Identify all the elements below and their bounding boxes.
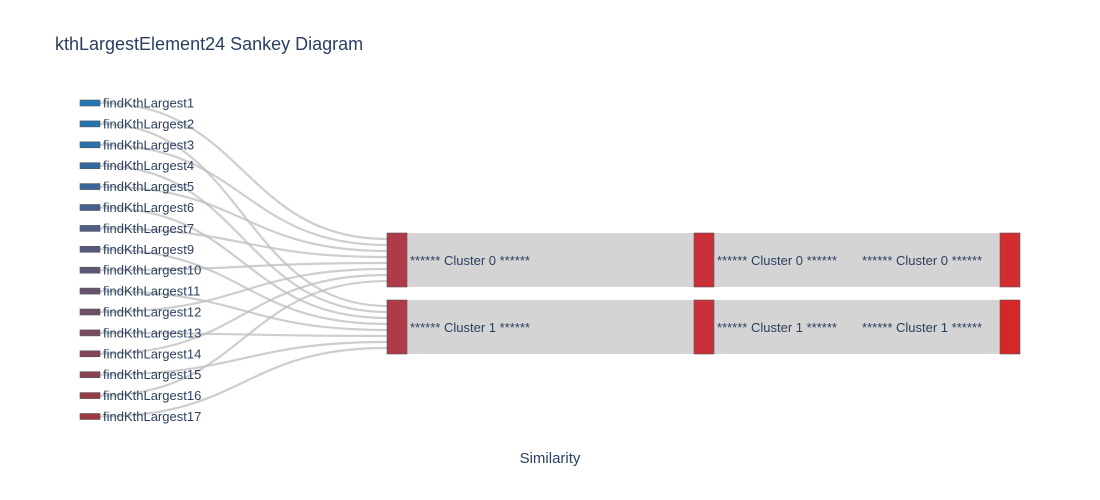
stage2-cluster-1-label: ****** Cluster 1 ****** bbox=[717, 320, 837, 335]
source-node-findKthLargest17[interactable] bbox=[79, 413, 101, 420]
chart-title: kthLargestElement24 Sankey Diagram bbox=[55, 34, 363, 54]
source-label: findKthLargest11 bbox=[103, 284, 200, 299]
source-node-findKthLargest11[interactable] bbox=[79, 287, 101, 295]
source-node-findKthLargest10[interactable] bbox=[79, 266, 101, 274]
stage3-cluster-1-node[interactable] bbox=[999, 299, 1021, 355]
source-label: findKthLargest7 bbox=[103, 221, 194, 236]
source-node-findKthLargest12[interactable] bbox=[79, 308, 101, 316]
stage1-cluster-1-node[interactable] bbox=[386, 299, 408, 355]
source-node-findKthLargest15[interactable] bbox=[79, 371, 101, 379]
source-label: findKthLargest5 bbox=[103, 179, 194, 194]
source-label: findKthLargest15 bbox=[103, 367, 201, 382]
source-node-findKthLargest7[interactable] bbox=[79, 225, 101, 232]
source-node-findKthLargest16[interactable] bbox=[79, 392, 101, 399]
source-node-findKthLargest1[interactable] bbox=[79, 99, 101, 107]
source-label: findKthLargest2 bbox=[103, 116, 194, 131]
source-label: findKthLargest14 bbox=[103, 346, 201, 361]
stage2-cluster-0-label: ****** Cluster 0 ****** bbox=[717, 253, 837, 268]
source-node-findKthLargest3[interactable] bbox=[79, 141, 101, 149]
source-label: findKthLargest6 bbox=[103, 200, 194, 215]
source-node-findKthLargest14[interactable] bbox=[79, 350, 101, 358]
source-label: findKthLargest17 bbox=[103, 409, 201, 424]
source-label: findKthLargest13 bbox=[103, 325, 201, 340]
source-label: findKthLargest1 bbox=[103, 96, 194, 111]
stage3-cluster-0-label: ****** Cluster 0 ****** bbox=[862, 253, 982, 268]
stage3-cluster-0-node[interactable] bbox=[999, 232, 1021, 288]
source-label: findKthLargest12 bbox=[103, 305, 201, 320]
x-axis-label: Similarity bbox=[520, 450, 581, 467]
source-label: findKthLargest3 bbox=[103, 137, 194, 152]
source-node-findKthLargest13[interactable] bbox=[79, 329, 101, 337]
stage3-cluster-1-label: ****** Cluster 1 ****** bbox=[862, 320, 982, 335]
stage2-cluster-1-node[interactable] bbox=[693, 299, 715, 355]
stage2-cluster-0-node[interactable] bbox=[693, 232, 715, 288]
sankey-chart: kthLargestElement24 Sankey Diagram findK… bbox=[55, 34, 1021, 467]
source-node-findKthLargest2[interactable] bbox=[79, 120, 101, 128]
source-node-findKthLargest4[interactable] bbox=[79, 162, 101, 169]
source-label: findKthLargest10 bbox=[103, 263, 201, 278]
stage1-cluster-0-node[interactable] bbox=[386, 232, 408, 288]
source-label: findKthLargest4 bbox=[103, 158, 194, 173]
source-label: findKthLargest9 bbox=[103, 242, 194, 257]
source-node-findKthLargest5[interactable] bbox=[79, 183, 101, 190]
stage1-cluster-1-label: ****** Cluster 1 ****** bbox=[410, 320, 530, 335]
source-node-findKthLargest6[interactable] bbox=[79, 204, 101, 211]
source-label: findKthLargest16 bbox=[103, 388, 201, 403]
stage1-cluster-0-label: ****** Cluster 0 ****** bbox=[410, 253, 530, 268]
source-node-findKthLargest9[interactable] bbox=[79, 246, 101, 253]
